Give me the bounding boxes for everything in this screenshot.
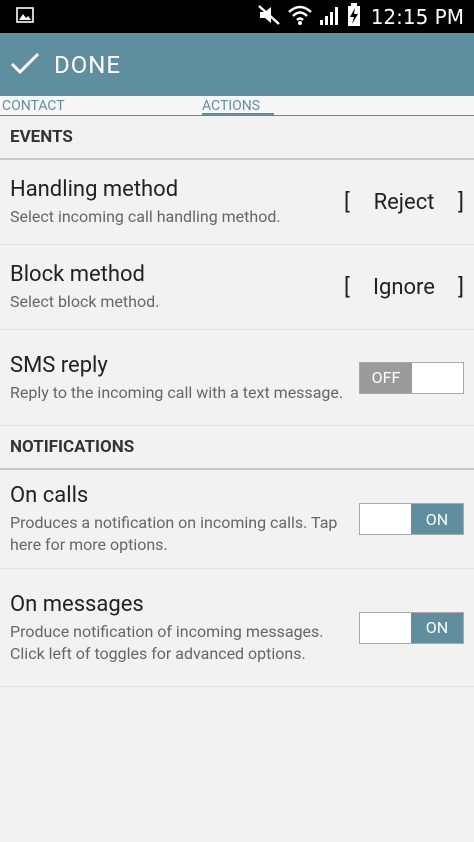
toggle-on-label: ON	[411, 612, 463, 643]
pref-title: On messages	[10, 591, 144, 617]
tab-contact[interactable]: CONTACT	[0, 96, 200, 116]
action-bar: DONE	[0, 33, 474, 96]
done-label: DONE	[54, 50, 122, 79]
pref-summary: Produce notification of incoming message…	[10, 621, 324, 663]
status-bar: 12:15 PM	[0, 0, 474, 33]
handling-method-value[interactable]: [ Reject ]	[344, 190, 464, 215]
mute-icon	[257, 4, 281, 30]
pref-summary: Reply to the incoming call with a text m…	[10, 382, 344, 402]
pref-summary: Select block method.	[10, 292, 160, 311]
tab-bar: CONTACT ACTIONS	[0, 96, 474, 116]
pref-title: Handling method	[10, 177, 179, 202]
pref-summary: Select incoming call handling method.	[10, 207, 281, 226]
on-calls-toggle[interactable]: ON	[359, 503, 464, 535]
pref-title: SMS reply	[10, 352, 108, 378]
toggle-off-label: OFF	[360, 362, 412, 393]
pref-block-method[interactable]: Block method Select block method. [ Igno…	[0, 245, 474, 330]
checkmark-icon	[10, 51, 40, 79]
done-button[interactable]: DONE	[10, 33, 121, 96]
pref-summary: Produces a notification on incoming call…	[10, 513, 338, 554]
pref-on-messages[interactable]: On messages Produce notification of inco…	[0, 569, 474, 687]
signal-icon	[319, 4, 341, 30]
pref-sms-reply[interactable]: SMS reply Reply to the incoming call wit…	[0, 330, 474, 426]
wifi-icon	[287, 4, 313, 30]
clock: 12:15 PM	[370, 4, 464, 29]
section-header-notifications: NOTIFICATIONS	[0, 426, 474, 470]
sms-reply-toggle[interactable]: OFF	[359, 361, 464, 394]
tab-actions[interactable]: ACTIONS	[202, 96, 274, 116]
battery-charging-icon	[347, 2, 361, 31]
pref-title: On calls	[10, 483, 89, 508]
pref-title: Block method	[10, 262, 145, 287]
block-method-value[interactable]: [ Ignore ]	[344, 275, 464, 300]
tab-divider	[0, 115, 474, 116]
on-messages-toggle[interactable]: ON	[359, 611, 464, 644]
pref-handling-method[interactable]: Handling method Select incoming call han…	[0, 160, 474, 245]
toggle-on-label: ON	[411, 504, 463, 534]
image-notification-icon	[16, 6, 34, 27]
pref-on-calls[interactable]: On calls Produces a notification on inco…	[0, 470, 474, 569]
section-header-events: EVENTS	[0, 116, 474, 160]
